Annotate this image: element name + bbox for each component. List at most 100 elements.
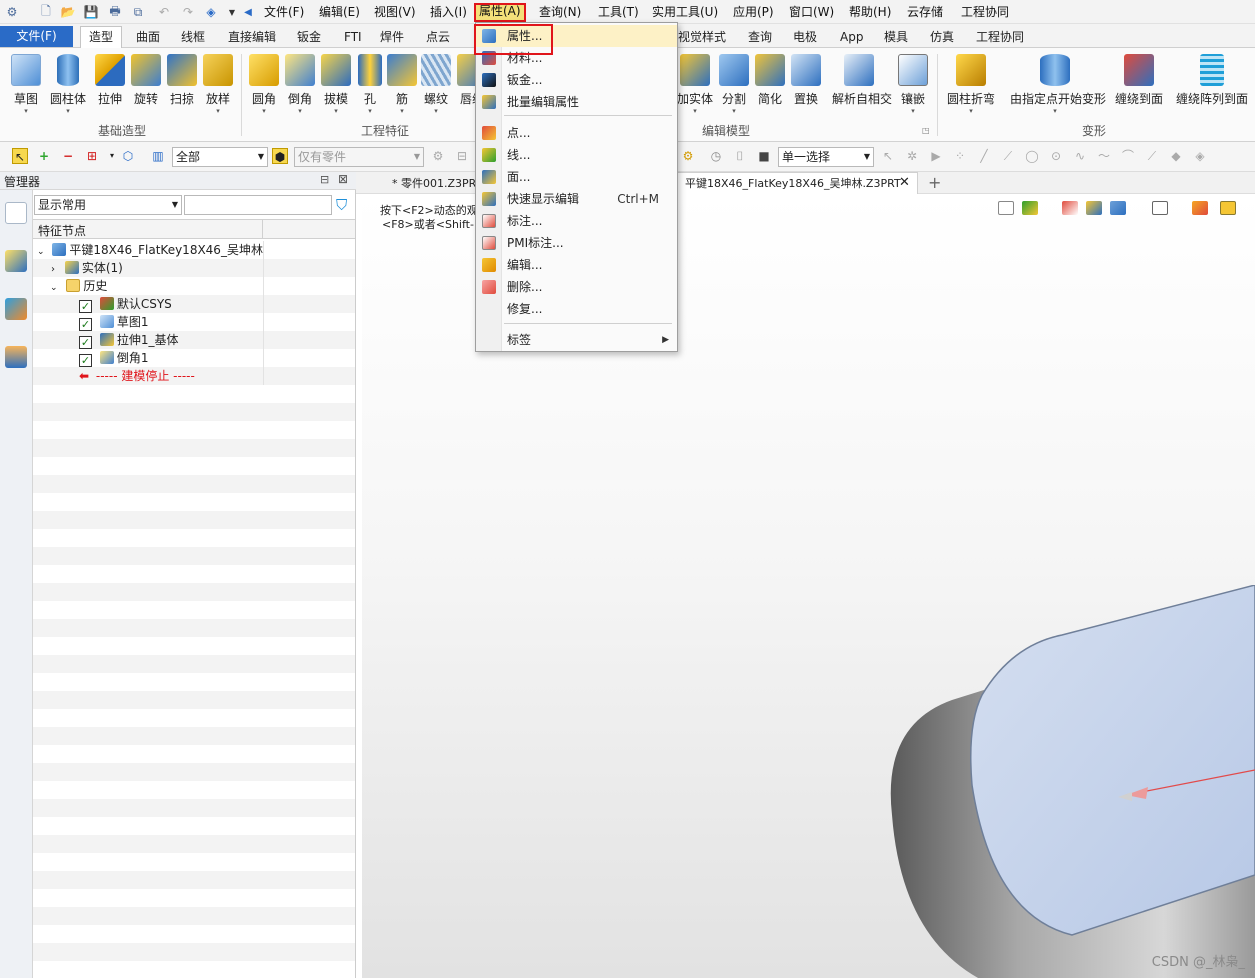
tab-electrode[interactable]: 电极 — [793, 28, 817, 46]
play-icon[interactable]: ▶ — [928, 148, 944, 164]
tree-root-row[interactable]: ⌄ 平键18X46_FlatKey18X46_吴坤林 — [33, 241, 355, 259]
menu-utilities[interactable]: 实用工具(U) — [650, 4, 720, 21]
snap-icon[interactable]: ⚙ — [680, 148, 696, 164]
erase-icon[interactable] — [1062, 201, 1078, 215]
doc-tab-part001[interactable]: * 零件001.Z3PRT — [392, 175, 482, 193]
fillet-button[interactable]: 圆角 ▾ — [244, 52, 284, 118]
timer-icon[interactable]: ◷ — [708, 148, 724, 164]
tree-item-sketch[interactable]: ✓ 草图1 — [33, 313, 355, 331]
pick-arrow-icon[interactable]: ↖ — [12, 148, 28, 164]
menu-item-delete[interactable]: 删除... — [476, 276, 677, 298]
tree-item-csys[interactable]: ✓ 默认CSYS — [33, 295, 355, 313]
display-mode-combo[interactable]: 显示常用 ▼ — [34, 195, 182, 215]
wire-cube-icon[interactable] — [1152, 201, 1168, 215]
pin-panel-icon[interactable]: ⊟ — [320, 173, 329, 186]
extrude-button[interactable]: 拉伸 — [90, 52, 130, 118]
refresh-icon[interactable]: ◈ — [203, 4, 219, 20]
tab-collaboration[interactable]: 工程协同 — [976, 28, 1024, 46]
menu-item-annotation[interactable]: 标注... — [476, 210, 677, 232]
tab-weldment[interactable]: 焊件 — [380, 28, 404, 46]
cylinder-button[interactable]: 圆柱体 ▾ — [48, 52, 88, 118]
tree-search-input[interactable] — [184, 195, 332, 215]
add-tab-icon[interactable]: + — [928, 173, 941, 192]
tree-history-row[interactable]: ⌄ 历史 — [33, 277, 355, 295]
display-cube-icon[interactable] — [1110, 201, 1126, 215]
tab-query[interactable]: 查询 — [748, 28, 772, 46]
settings-icon[interactable]: ⚙ — [430, 148, 446, 164]
segment-icon[interactable]: ⟋ — [1000, 148, 1016, 164]
tab-point-cloud[interactable]: 点云 — [426, 28, 450, 46]
points-icon[interactable]: ⁘ — [952, 148, 968, 164]
visibility-checkbox[interactable]: ✓ — [79, 354, 92, 367]
undo-icon[interactable]: ↶ — [156, 4, 172, 20]
collapse-arrow-icon[interactable]: ◀ — [240, 4, 256, 20]
menu-item-point[interactable]: 点... — [476, 122, 677, 144]
chevron-down-icon[interactable]: ⌄ — [37, 247, 45, 257]
tree-item-extrude[interactable]: ✓ 拉伸1_基体 — [33, 331, 355, 349]
menu-file[interactable]: 文件(F) — [262, 4, 306, 21]
curve-icon[interactable]: ∿ — [1072, 148, 1088, 164]
save-icon[interactable]: 💾 — [83, 4, 99, 20]
tab-mold[interactable]: 模具 — [884, 28, 908, 46]
menu-window[interactable]: 窗口(W) — [787, 4, 836, 21]
tab-app[interactable]: App — [840, 28, 863, 46]
visibility-checkbox[interactable]: ✓ — [79, 318, 92, 331]
menu-item-sheet-metal[interactable]: 钣金... — [476, 69, 677, 91]
bracket-icon[interactable]: ⌷ — [732, 148, 748, 164]
redo-icon[interactable]: ↷ — [180, 4, 196, 20]
chevron-down-icon[interactable]: ▼ — [224, 4, 240, 20]
simplify-button[interactable]: 简化 — [750, 52, 790, 118]
close-tab-icon[interactable]: ✕ — [899, 175, 910, 190]
filter-icon[interactable]: ⛉ — [336, 196, 352, 214]
view-settings-icon[interactable] — [1220, 201, 1236, 215]
wrap-pattern-to-face-button[interactable]: 缠绕阵列到面 — [1174, 52, 1250, 118]
view-manager-icon[interactable] — [5, 298, 27, 320]
parts-filter-combo[interactable]: 仅有零件 ▼ — [294, 147, 424, 167]
open-folder-icon[interactable]: 📂 — [60, 4, 76, 20]
print-icon[interactable]: 🖶 — [107, 4, 123, 20]
tab-direct-edit[interactable]: 直接编辑 — [228, 28, 276, 46]
chevron-down-icon[interactable]: ⌄ — [50, 283, 58, 293]
resolve-self-intersect-button[interactable]: 解析自相交 — [832, 52, 892, 118]
split-button[interactable]: 分割 ▾ — [714, 52, 754, 118]
orient-icon[interactable] — [1192, 201, 1208, 215]
select-mode-combo[interactable]: 单一选择 ▼ — [778, 147, 874, 167]
cursor-icon[interactable]: ↖ — [880, 148, 896, 164]
menu-insert[interactable]: 插入(I) — [428, 4, 469, 21]
face-icon[interactable]: ◆ — [1168, 148, 1184, 164]
menu-item-tags[interactable]: 标签 ▶ — [476, 329, 677, 351]
wrap-to-face-button[interactable]: 缠绕到面 — [1112, 52, 1166, 118]
doc-tab-active[interactable]: 平键18X46_FlatKey18X46_吴坤林.Z3PRT ✕ — [674, 172, 918, 194]
sweep-button[interactable]: 扫掠 — [162, 52, 202, 118]
box-select-icon[interactable]: ⊞ — [84, 148, 100, 164]
circle-center-icon[interactable]: ⊙ — [1048, 148, 1064, 164]
menu-collab[interactable]: 工程协同 — [959, 4, 1011, 21]
wave-icon[interactable]: 〜 — [1096, 148, 1112, 164]
menu-help[interactable]: 帮助(H) — [847, 4, 893, 21]
parts-filter-icon[interactable]: ⬢ — [272, 148, 288, 164]
replace-button[interactable]: 置换 — [786, 52, 826, 118]
tab-wireframe[interactable]: 线框 — [181, 28, 205, 46]
menu-query[interactable]: 查询(N) — [537, 4, 583, 21]
tab-surface[interactable]: 曲面 — [136, 28, 160, 46]
menu-view[interactable]: 视图(V) — [372, 4, 418, 21]
tab-modeling[interactable]: 造型 — [80, 26, 123, 48]
menu-item-quick-display-edit[interactable]: 快速显示编辑 Ctrl+M — [476, 188, 677, 210]
tab-sheet-metal[interactable]: 钣金 — [297, 28, 321, 46]
render-mode-icon[interactable] — [1022, 201, 1038, 215]
stop-icon[interactable]: ■ — [756, 148, 772, 164]
view-back-icon[interactable] — [998, 201, 1014, 215]
menu-item-face[interactable]: 面... — [476, 166, 677, 188]
solid-icon[interactable]: ◈ — [1192, 148, 1208, 164]
filter-combo[interactable]: 全部 ▼ — [172, 147, 268, 167]
filter-bars-icon[interactable]: ▥ — [150, 148, 166, 164]
menu-attributes[interactable]: 属性(A) — [474, 3, 526, 22]
emboss-button[interactable]: 镶嵌 ▾ — [893, 52, 933, 118]
tree-solid-row[interactable]: › 实体(1) — [33, 259, 355, 277]
menu-item-line[interactable]: 线... — [476, 144, 677, 166]
menu-apps[interactable]: 应用(P) — [731, 4, 776, 21]
sketch-button[interactable]: 草图 ▾ — [6, 52, 46, 118]
loft-button[interactable]: 放样 ▾ — [198, 52, 238, 118]
tab-simulation[interactable]: 仿真 — [930, 28, 954, 46]
remove-icon[interactable]: − — [60, 148, 76, 164]
